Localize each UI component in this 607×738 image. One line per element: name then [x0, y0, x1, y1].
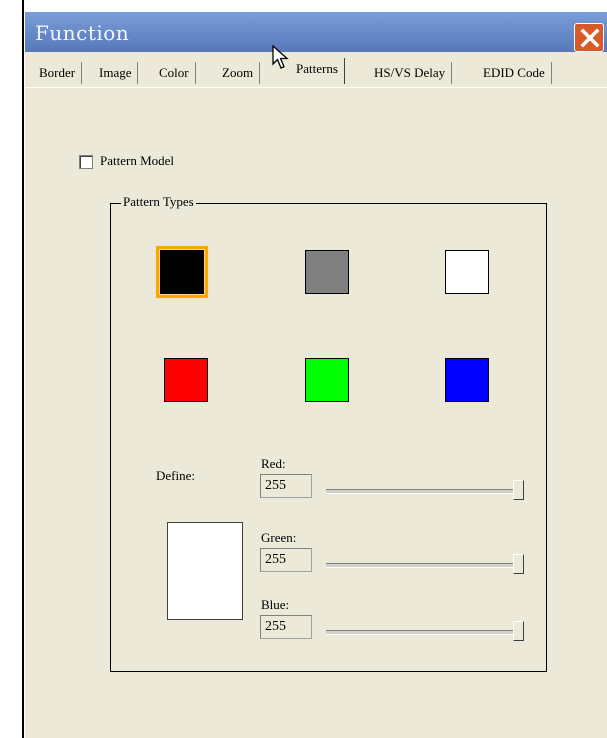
pattern-types-group: Pattern Types Define: Red: 255 Green: 25… — [110, 194, 547, 672]
blue-slider[interactable] — [326, 621, 524, 643]
green-slider-thumb[interactable] — [513, 554, 524, 574]
pattern-model-checkbox[interactable] — [79, 155, 93, 169]
tab-zoom[interactable]: Zoom — [216, 62, 261, 84]
pattern-types-legend: Pattern Types — [121, 194, 196, 210]
tab-panel-edge — [25, 87, 607, 88]
green-value-field[interactable]: 255 — [260, 548, 312, 572]
swatch-red[interactable] — [164, 358, 208, 402]
green-slider-track — [326, 563, 524, 568]
red-slider[interactable] — [326, 480, 524, 502]
tab-image[interactable]: Image — [93, 62, 139, 84]
tab-patterns[interactable]: Patterns — [290, 58, 345, 84]
tab-edid-code[interactable]: EDID Code — [477, 62, 552, 84]
swatch-green[interactable] — [305, 358, 349, 402]
pattern-model-label: Pattern Model — [100, 153, 175, 168]
tab-color[interactable]: Color — [153, 62, 196, 84]
tab-border[interactable]: Border — [33, 62, 83, 84]
swatch-gray[interactable] — [305, 250, 349, 294]
define-label: Define: — [156, 468, 195, 483]
blue-value-field[interactable]: 255 — [260, 615, 312, 639]
blue-slider-track — [326, 630, 524, 635]
green-slider[interactable] — [326, 554, 524, 576]
red-label: Red: — [261, 456, 286, 471]
red-slider-thumb[interactable] — [513, 480, 524, 500]
blue-slider-thumb[interactable] — [513, 621, 524, 641]
red-value-field[interactable]: 255 — [260, 474, 312, 498]
close-icon — [580, 28, 600, 48]
tab-hs-vs-delay[interactable]: HS/VS Delay — [368, 62, 453, 84]
mouse-pointer-icon — [272, 45, 289, 69]
title-bar[interactable]: Function — [25, 12, 607, 52]
function-window: Function Border Image Color Zoom Pattern… — [24, 12, 607, 738]
swatch-black[interactable] — [156, 246, 208, 298]
green-label: Green: — [261, 530, 297, 545]
red-slider-track — [326, 489, 524, 494]
window-title: Function — [35, 21, 130, 45]
define-color-preview — [167, 522, 243, 620]
blue-label: Blue: — [261, 597, 290, 612]
close-button[interactable] — [574, 23, 604, 52]
swatch-blue[interactable] — [445, 358, 489, 402]
swatch-white[interactable] — [445, 250, 489, 294]
